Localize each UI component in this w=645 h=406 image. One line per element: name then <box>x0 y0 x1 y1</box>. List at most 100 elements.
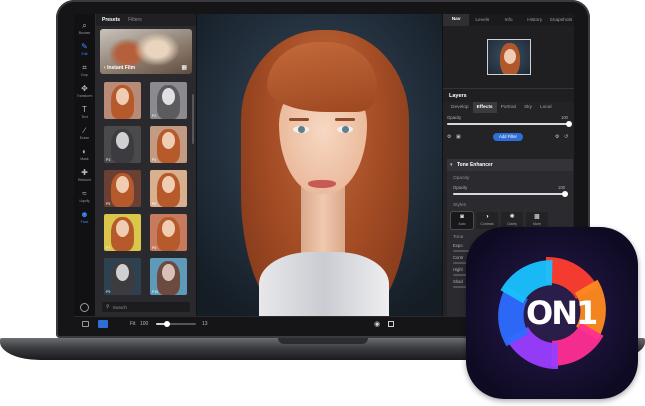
toolbar-tool-browse[interactable]: ⌕ Browse <box>74 21 95 35</box>
contrast-icon: ◑ <box>485 214 489 220</box>
effects-tabs: Develop Effects Portrait Sky Local <box>443 102 574 113</box>
toolbar-tool-erase[interactable]: ∕ Erase <box>74 126 95 140</box>
edit-icon: ✎ <box>81 42 88 51</box>
preset-thumbnail[interactable]: P2 <box>150 82 187 119</box>
preset-thumbnail[interactable]: P5 <box>104 170 141 207</box>
photo-right-eye <box>337 126 353 133</box>
thumb-face <box>162 220 175 237</box>
preset-thumbnail[interactable]: P4 <box>150 126 187 163</box>
tab-snapshots[interactable]: Snapshots <box>548 18 574 23</box>
tab-local[interactable]: Local <box>536 102 555 113</box>
tab-portrait[interactable]: Portrait <box>497 102 520 113</box>
zoom-slider[interactable] <box>156 321 196 327</box>
preset-thumbnail[interactable]: P6 <box>150 170 187 207</box>
tab-levels[interactable]: Levels <box>469 18 495 23</box>
style-label: Clarity <box>507 222 517 226</box>
thumb-face <box>116 176 129 193</box>
panel-toggle-icon[interactable] <box>82 321 89 327</box>
tone-row-label: Expo <box>453 243 463 248</box>
featured-preset-name: Instant Film <box>107 65 136 71</box>
toolbar-tool-transform[interactable]: ✥ Transform <box>74 84 95 98</box>
sun-icon: ✺ <box>509 214 515 220</box>
tone-opacity-knob[interactable] <box>562 191 568 197</box>
search-placeholder: Search <box>112 304 127 310</box>
mask-icon[interactable]: ▣ <box>456 134 461 140</box>
image-icon: ▩ <box>534 214 540 220</box>
preset-thumbnail[interactable]: P3 <box>104 126 141 163</box>
navigator-thumbnail[interactable] <box>486 39 531 75</box>
settings-icon[interactable]: ⚙ <box>447 134 451 140</box>
preview-eye-icon[interactable]: ◉ <box>374 320 380 328</box>
tone-enhancer-title[interactable]: Tone Enhancer <box>447 159 573 171</box>
toolbar-tool-crop[interactable]: ⌗ Crop <box>74 63 95 77</box>
preset-search-field[interactable]: ⚲ Search <box>102 302 190 312</box>
featured-preset-card[interactable]: ‹ Instant Film ▦ <box>100 29 192 74</box>
tab-presets[interactable]: Presets <box>102 17 120 23</box>
preset-thumbnail[interactable] <box>104 82 141 119</box>
featured-preset-label: ‹ Instant Film <box>104 65 136 71</box>
reset-icon[interactable]: ↺ <box>564 134 568 140</box>
layer-opacity-knob[interactable] <box>566 121 572 127</box>
help-icon[interactable] <box>80 303 89 312</box>
main-photo-canvas[interactable] <box>197 14 442 316</box>
style-label: More <box>533 222 541 226</box>
preset-thumbnail[interactable]: P7 <box>104 214 141 251</box>
navigator <box>443 26 574 88</box>
preset-thumbnail-label: P10 <box>152 290 159 294</box>
toolbar-tool-text[interactable]: T Text <box>74 105 95 119</box>
zoom-slider-knob[interactable] <box>164 321 171 327</box>
tone-opacity-value: 100 <box>558 185 565 190</box>
brush-icon: ∕ <box>83 126 86 135</box>
toolbar-tool-edit[interactable]: ✎ Edit <box>74 42 95 56</box>
preset-thumbnail-label: P5 <box>106 202 111 206</box>
toolbar-tool-label: Erase <box>79 136 90 140</box>
toolbar-tool-liquify[interactable]: ≈ Liquify <box>74 189 95 203</box>
tone-opacity-fill <box>453 193 565 195</box>
transform-icon: ✥ <box>81 84 88 93</box>
compare-icon[interactable] <box>388 321 394 327</box>
layer-opacity-slider[interactable] <box>447 121 572 127</box>
add-filter-button[interactable]: Add Filter <box>493 133 523 141</box>
layer-opacity-value: 100 <box>561 115 568 120</box>
preset-thumbnails: P2 P3 P4 P5 P6 P7 P8 P9 P10 <box>96 74 196 295</box>
preset-thumbnail[interactable]: P9 <box>104 258 141 295</box>
toolbar-tool-label: Mask <box>80 157 89 161</box>
grid-view-icon[interactable]: ▦ <box>181 64 187 71</box>
layers-title: Layers <box>443 88 574 102</box>
style-label: Contrast <box>480 222 494 226</box>
presets-scrollbar[interactable] <box>192 94 194 144</box>
mask-icon: ◐ <box>82 147 87 156</box>
retouch-icon: ✚ <box>81 168 88 177</box>
toolbar-tool-retouch[interactable]: ✚ Retouch <box>74 168 95 182</box>
preset-thumbnail-label: P8 <box>152 246 157 250</box>
photo-mouth <box>308 180 336 188</box>
preset-thumbnail[interactable]: P8 <box>150 214 187 251</box>
preset-thumbnail[interactable]: P10 <box>150 258 187 295</box>
tone-opacity-row: Opacity 100 <box>447 181 573 197</box>
tab-history[interactable]: History <box>522 18 548 23</box>
tab-sky[interactable]: Sky <box>520 102 536 113</box>
preset-thumbnail-label: P2 <box>152 114 157 118</box>
thumb-face <box>116 264 129 281</box>
tab-info[interactable]: Info <box>495 18 521 23</box>
preset-thumbnail-label: P4 <box>152 158 157 162</box>
app-icon: ON1 <box>466 227 638 399</box>
preset-thumbnail-label: P7 <box>106 246 111 250</box>
search-icon: ⚲ <box>106 304 110 310</box>
toolbar-tool-face[interactable]: ☻ Face <box>74 210 95 224</box>
tone-opacity-slider[interactable] <box>453 191 568 197</box>
tab-develop[interactable]: Develop <box>447 102 473 113</box>
text-icon: T <box>82 105 87 114</box>
tone-row-label: Shad <box>453 279 463 284</box>
toolbar-tool-mask[interactable]: ◐ Mask <box>74 147 95 161</box>
tab-nav[interactable]: Nav <box>443 14 470 26</box>
fit-label[interactable]: Fit <box>130 321 136 327</box>
tab-filters[interactable]: Filters <box>128 17 142 23</box>
preset-thumbnail-label: P6 <box>152 202 157 206</box>
gear-icon[interactable]: ⚙ <box>555 134 559 140</box>
preset-thumbnail-label: P9 <box>106 290 111 294</box>
tab-effects[interactable]: Effects <box>472 102 497 113</box>
zoom-value[interactable]: 100 <box>140 321 148 327</box>
thumb-face <box>162 88 175 105</box>
grid-view-button[interactable] <box>98 320 108 328</box>
